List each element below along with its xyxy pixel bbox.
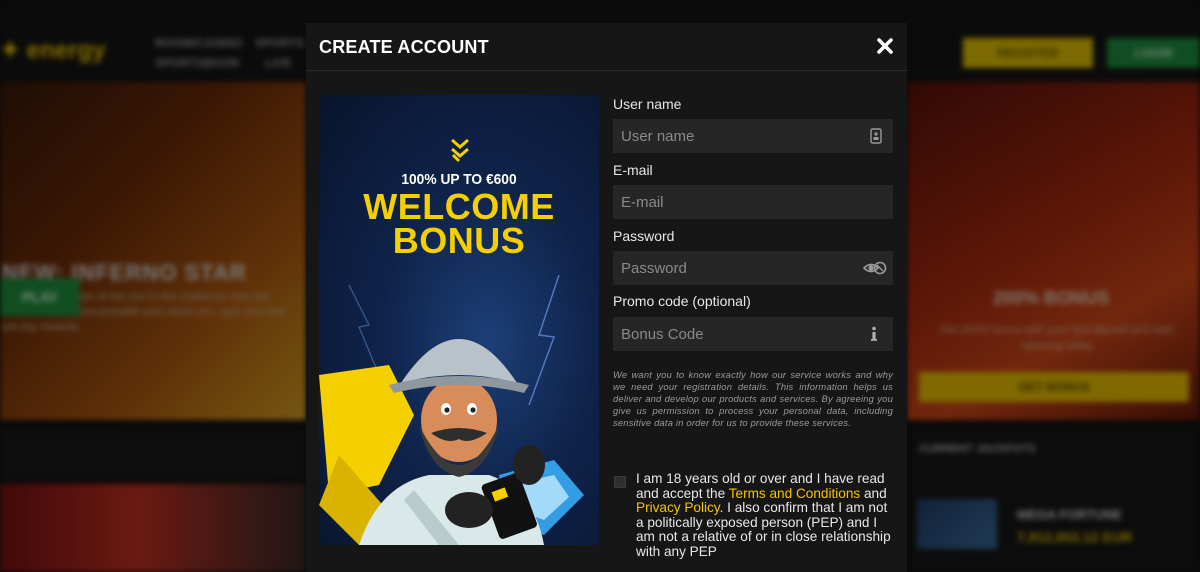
promo-code-field[interactable] — [613, 317, 893, 351]
modal-header: CREATE ACCOUNT — [306, 23, 907, 71]
info-icon[interactable] — [869, 326, 879, 342]
username-input[interactable] — [613, 119, 893, 153]
bonus-title-line1: WELCOME — [363, 186, 555, 227]
eye-icon[interactable] — [863, 260, 887, 276]
consent-checkbox[interactable] — [614, 476, 626, 488]
privacy-notice: We want you to know exactly how our serv… — [613, 369, 893, 428]
username-field[interactable] — [613, 119, 893, 153]
promo-code-label: Promo code (optional) — [613, 293, 751, 309]
id-card-icon — [870, 128, 882, 144]
password-field[interactable] — [613, 251, 893, 285]
password-label: Password — [613, 228, 675, 244]
welcome-bonus-banner: 100% UP TO €600 WELCOME BONUS — [319, 95, 599, 545]
terms-link[interactable]: Terms and Conditions — [729, 486, 860, 501]
username-label: User name — [613, 96, 682, 112]
promo-code-input[interactable] — [613, 317, 893, 351]
password-input[interactable] — [613, 251, 893, 285]
create-account-modal: CREATE ACCOUNT 100% UP TO €600 WELCOME B… — [306, 23, 907, 572]
mascot-illustration — [319, 274, 584, 545]
close-button[interactable] — [874, 35, 896, 57]
consent-text: I am 18 years old or over and I have rea… — [636, 471, 898, 559]
privacy-policy-link[interactable]: Privacy Policy — [636, 500, 720, 515]
brand-logo-icon — [451, 138, 469, 163]
consent-text-part2: and — [860, 485, 887, 501]
close-icon — [877, 38, 893, 54]
bonus-title-line2: BONUS — [392, 220, 526, 261]
bonus-title: WELCOME BONUS — [319, 186, 599, 261]
email-field[interactable] — [613, 185, 893, 219]
modal-title: CREATE ACCOUNT — [319, 37, 489, 57]
email-input[interactable] — [613, 185, 893, 219]
email-label: E-mail — [613, 162, 653, 178]
